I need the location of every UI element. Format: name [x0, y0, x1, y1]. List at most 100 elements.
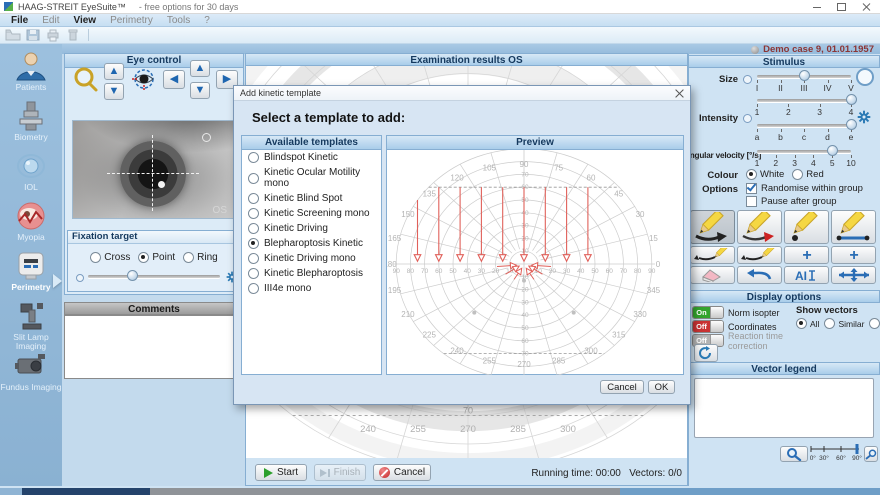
show-vectors-option-active[interactable]: Active — [869, 318, 880, 329]
minimize-button[interactable] — [813, 7, 821, 8]
iol-icon — [12, 150, 50, 182]
template-option-8[interactable]: Kinetic Blepharoptosis — [242, 266, 381, 281]
sidebar-item-myopia[interactable]: Myopia — [0, 200, 62, 242]
template-option-3[interactable]: Kinetic Blind Spot — [242, 191, 381, 206]
angSlider-thumb[interactable] — [827, 145, 838, 156]
template-option-6[interactable]: Blepharoptosis Kinetic — [242, 236, 381, 251]
colour-option-white[interactable]: White — [746, 169, 784, 180]
slider-tick-label: 4 — [811, 158, 816, 168]
radio-label: Red — [806, 169, 823, 180]
angular-velocity-slider[interactable]: 1234510 — [757, 145, 851, 167]
template-option-5[interactable]: Kinetic Driving — [242, 221, 381, 236]
kinetic-vector-red-tool[interactable] — [737, 210, 782, 244]
save-icon[interactable] — [25, 28, 41, 42]
template-option-2[interactable]: Kinetic Ocular Motility mono — [242, 165, 381, 191]
intensity-letter-slider[interactable]: abcde — [757, 119, 851, 141]
eye-move-left-button[interactable]: ◀ — [163, 70, 185, 89]
menu-?[interactable]: ? — [197, 15, 217, 26]
menu-perimetry[interactable]: Perimetry — [103, 15, 160, 26]
text-label-tool[interactable]: AI — [784, 266, 829, 284]
slider-tick-label: III — [800, 83, 807, 93]
finish-button[interactable]: Finish — [314, 464, 366, 481]
randomise-checkbox-row[interactable]: Randomise within group — [746, 183, 863, 194]
fixation-option-point[interactable]: Point — [138, 252, 175, 263]
dialog-cancel-button[interactable]: Cancel — [600, 380, 644, 394]
add-point-tool[interactable]: + — [831, 246, 876, 264]
template-option-7[interactable]: Kinetic Driving mono — [242, 251, 381, 266]
sizeSlider-thumb[interactable] — [799, 70, 810, 81]
cancel-exam-button[interactable]: Cancel — [373, 464, 431, 481]
sidebar-expand-arrow[interactable] — [53, 274, 62, 288]
show-vectors-option-all[interactable]: All — [796, 318, 819, 329]
template-option-4[interactable]: Kinetic Screening mono — [242, 206, 381, 221]
fixation-size-slider[interactable] — [88, 270, 220, 292]
legend-zoom-in-button[interactable] — [864, 446, 878, 462]
menu-file[interactable]: File — [4, 15, 35, 26]
svg-text:40: 40 — [521, 210, 529, 217]
radio-icon — [248, 223, 259, 234]
start-button[interactable]: Start — [255, 464, 307, 481]
legend-zoom-out-button[interactable] — [780, 446, 808, 462]
preview-chart-area: 1010202030304040505060607070808090901010… — [387, 150, 683, 378]
eye-move-up-button[interactable]: ▲ — [104, 63, 124, 80]
move-tool[interactable] — [831, 266, 876, 284]
fixation-option-ring[interactable]: Ring — [183, 252, 218, 263]
add-isopter-tool[interactable]: + — [784, 246, 829, 264]
add-isopter-tool-icon: + — [787, 248, 827, 262]
eye-move-up2-button[interactable]: ▲ — [190, 60, 210, 77]
slider-track[interactable] — [757, 124, 851, 127]
segment-vector-tool[interactable] — [831, 210, 876, 244]
int1Slider-thumb[interactable] — [846, 94, 857, 105]
static-point-tool[interactable] — [784, 210, 829, 244]
fixSlider-thumb[interactable] — [127, 270, 138, 281]
slider-track[interactable] — [757, 99, 851, 102]
sidebar-item-fundus-imaging[interactable]: Fundus Imaging — [0, 350, 62, 392]
kinetic-vector-tool[interactable] — [690, 210, 735, 244]
template-option-9[interactable]: III4e mono — [242, 281, 381, 296]
magnifier-icon[interactable] — [72, 66, 100, 94]
intensity-number-slider[interactable]: 1234 — [757, 94, 851, 116]
pause-checkbox-row[interactable]: Pause after group — [746, 196, 837, 207]
menu-view[interactable]: View — [66, 15, 103, 26]
options-label: Options — [688, 184, 738, 195]
open-icon[interactable] — [5, 28, 21, 42]
sidebar-item-iol[interactable]: IOL — [0, 150, 62, 192]
close-button[interactable] — [862, 3, 870, 11]
show-vectors-option-similar[interactable]: Similar — [824, 318, 864, 329]
sidebar-item-slit-lamp-imaging[interactable]: Slit Lamp Imaging — [0, 300, 62, 351]
legend-scale[interactable]: 10°30°60°90° — [810, 443, 862, 463]
toggle-label: Norm isopter — [728, 308, 780, 318]
sidebar-item-patients[interactable]: Patients — [0, 50, 62, 92]
eye-center-icon[interactable] — [131, 66, 157, 92]
template-option-1[interactable]: Blindspot Kinetic — [242, 150, 381, 165]
print-icon[interactable] — [45, 28, 61, 42]
delete-icon[interactable] — [65, 28, 81, 42]
int2Slider-thumb[interactable] — [846, 119, 857, 130]
colour-option-red[interactable]: Red — [792, 169, 823, 180]
slider-track[interactable] — [88, 275, 220, 278]
radio-label: Cross — [104, 252, 130, 263]
comments-textarea[interactable] — [64, 315, 244, 379]
randomise-checkbox[interactable] — [746, 183, 757, 194]
menu-edit[interactable]: Edit — [35, 15, 66, 26]
toggle-switch[interactable]: Off — [692, 320, 724, 333]
toggle-switch[interactable]: On — [692, 306, 724, 319]
menu-tools[interactable]: Tools — [160, 15, 197, 26]
pause-checkbox[interactable] — [746, 196, 757, 207]
fixation-option-cross[interactable]: Cross — [90, 252, 130, 263]
small-vector-tool[interactable] — [690, 246, 735, 264]
small-curve-tool[interactable] — [737, 246, 782, 264]
static-point-tool-icon — [787, 212, 827, 242]
reset-display-button[interactable] — [694, 344, 718, 362]
intensity-settings-gear-icon[interactable] — [857, 110, 871, 124]
dialog-close-icon[interactable] — [675, 89, 684, 98]
toggle-norm-isopter[interactable]: On Norm isopter — [692, 306, 796, 319]
size-slider[interactable]: IIIIIIIVV — [757, 70, 851, 92]
maximize-button[interactable] — [837, 3, 846, 11]
dialog-ok-button[interactable]: OK — [648, 380, 675, 394]
undo-tool[interactable] — [737, 266, 782, 284]
sidebar-item-biometry[interactable]: Biometry — [0, 100, 62, 142]
eye-move-down2-button[interactable]: ▼ — [190, 82, 210, 99]
eraser-tool[interactable] — [690, 266, 735, 284]
eye-move-down-button[interactable]: ▼ — [104, 83, 124, 100]
